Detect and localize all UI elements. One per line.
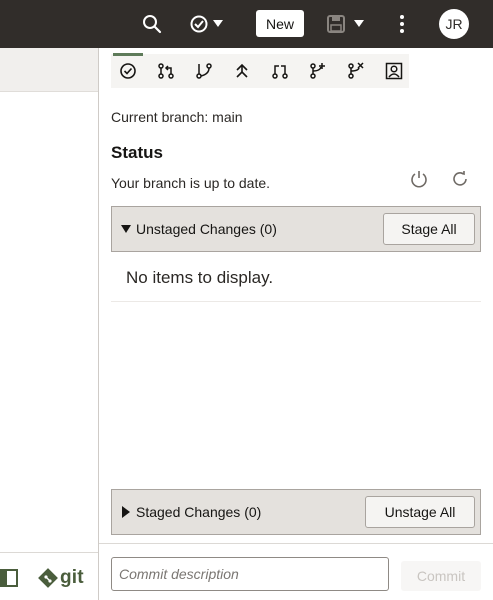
push-icon[interactable] [227,56,257,86]
search-icon[interactable] [140,10,164,38]
collapse-triangle-icon[interactable] [121,225,131,233]
branch-icon[interactable] [189,56,219,86]
status-message: Your branch is up to date. [111,175,271,191]
avatar[interactable]: JR [439,9,469,39]
panel-toggle-icon[interactable] [0,569,18,587]
refresh-icon[interactable] [448,167,472,191]
pull-request-icon[interactable] [151,56,181,86]
branch-delete-icon[interactable] [341,56,371,86]
unstage-all-button[interactable]: Unstage All [365,496,475,528]
stage-all-button[interactable]: Stage All [383,213,475,245]
commit-description-input[interactable] [111,557,389,591]
merge-icon[interactable] [303,56,333,86]
git-label: git [60,567,84,588]
power-icon[interactable] [407,167,431,191]
git-diamond-icon [38,568,58,588]
new-button[interactable]: New [256,10,304,37]
staged-changes-label: Staged Changes (0) [136,504,262,520]
empty-message: No items to display. [126,268,274,287]
check-circle-icon[interactable] [189,10,229,38]
status-icon[interactable] [113,56,143,86]
commit-button[interactable]: Commit [401,561,481,591]
staged-changes-header[interactable]: Staged Changes (0) Unstage All [111,489,481,535]
left-footer: git [0,552,98,600]
git-logo: git [38,567,84,589]
profile-icon[interactable] [379,56,409,86]
git-toolbar [111,53,409,88]
status-heading: Status [111,143,163,162]
git-panel: Current branch: main Status Your branch … [99,48,493,600]
current-branch-label: Current branch: main [111,109,243,125]
left-pane [0,48,98,600]
unstaged-changes-header[interactable]: Unstaged Changes (0) Stage All [111,206,481,252]
compare-icon[interactable] [265,56,295,86]
kebab-icon[interactable] [392,10,412,38]
save-icon[interactable] [326,10,368,38]
top-bar: New JR [0,0,493,48]
unstaged-changes-label: Unstaged Changes (0) [136,221,277,237]
unstaged-list: No items to display. [111,252,481,302]
expand-triangle-icon[interactable] [122,506,130,518]
left-header-strip [0,48,98,92]
commit-divider [99,543,493,544]
